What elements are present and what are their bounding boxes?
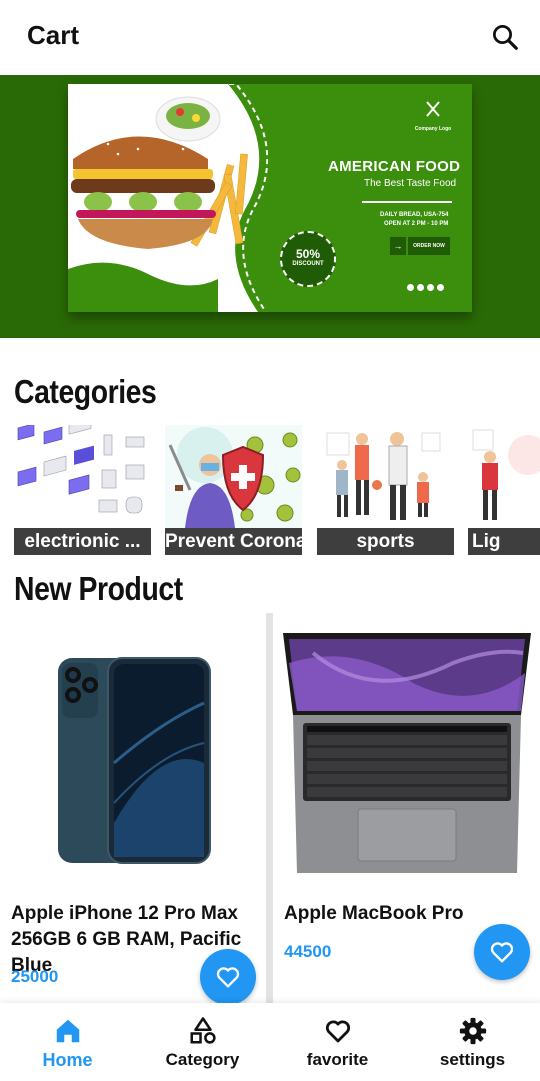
bottom-navigation: Home Category favorite settings <box>0 1003 540 1081</box>
favorite-button[interactable] <box>474 924 530 980</box>
category-label: Prevent Corona <box>165 528 302 555</box>
electronics-illustration <box>14 425 151 528</box>
nav-item-category[interactable]: Category <box>135 1003 270 1081</box>
category-list: electrionic ... Prevent Corona sports Li… <box>0 425 540 555</box>
banner-card: Company Logo AMERICAN FOOD The Best Tast… <box>68 84 472 312</box>
category-item-prevent-corona[interactable]: Prevent Corona <box>165 425 302 555</box>
banner-subline: The Best Taste Food <box>364 178 457 189</box>
favorite-button[interactable] <box>200 949 256 1005</box>
category-item-lig[interactable]: Lig <box>468 425 540 555</box>
category-label: Lig <box>468 528 540 555</box>
iphone-image <box>58 657 211 864</box>
heart-icon <box>216 967 240 988</box>
nav-item-home[interactable]: Home <box>0 1003 135 1081</box>
nav-label: Category <box>165 1050 240 1069</box>
product-price: 25000 <box>11 967 59 986</box>
web-icon <box>437 284 444 291</box>
categories-heading: Categories <box>14 373 157 410</box>
product-divider <box>266 613 273 1003</box>
banner-address: DAILY BREAD, USA-754 OPEN AT 2 PM - 10 P… <box>380 212 449 227</box>
utensils-icon <box>426 101 440 117</box>
shapes-icon <box>190 1017 216 1044</box>
category-item-sports[interactable]: sports <box>317 425 454 555</box>
nav-label: settings <box>439 1050 506 1069</box>
order-now-button[interactable]: ORDER NOW <box>408 237 450 255</box>
facebook-icon <box>417 284 424 291</box>
product-card[interactable]: Apple MacBook Pro 44500 <box>273 613 539 1003</box>
heart-icon <box>490 942 514 963</box>
company-logo: Company Logo <box>413 99 453 132</box>
category-label: sports <box>317 528 454 555</box>
product-name: Apple MacBook Pro <box>284 903 464 924</box>
gear-icon <box>459 1017 487 1045</box>
new-product-heading: New Product <box>14 570 183 607</box>
product-price: 44500 <box>284 942 332 961</box>
category-item-electronics[interactable]: electrionic ... <box>14 425 151 555</box>
product-grid: Apple iPhone 12 Pro Max 256GB 6 GB RAM, … <box>0 613 540 1005</box>
category-illustration <box>468 425 540 528</box>
app-bar: Cart <box>0 0 540 75</box>
discount-badge: 50% DISCOUNT <box>280 231 336 287</box>
macbook-image <box>283 633 531 873</box>
corona-illustration <box>165 425 302 528</box>
product-card[interactable]: Apple iPhone 12 Pro Max 256GB 6 GB RAM, … <box>0 613 266 1005</box>
heart-icon <box>325 1020 351 1043</box>
page-title: Cart <box>27 20 80 50</box>
nav-label: favorite <box>306 1050 369 1069</box>
social-icons <box>407 284 444 291</box>
twitter-icon <box>427 284 434 291</box>
sports-illustration <box>317 425 454 528</box>
banner-divider <box>362 201 452 203</box>
burger-photo <box>68 84 268 312</box>
home-icon <box>56 1019 80 1043</box>
nav-label: Home <box>42 1050 93 1070</box>
banner-headline: AMERICAN FOOD <box>328 158 461 175</box>
nav-item-favorite[interactable]: favorite <box>270 1003 405 1081</box>
instagram-icon <box>407 284 414 291</box>
search-icon[interactable] <box>490 22 520 52</box>
arrow-right-icon: → <box>390 237 406 255</box>
nav-item-settings[interactable]: settings <box>405 1003 540 1081</box>
promo-banner[interactable]: Company Logo AMERICAN FOOD The Best Tast… <box>0 75 540 338</box>
category-label: electrionic ... <box>14 528 151 555</box>
